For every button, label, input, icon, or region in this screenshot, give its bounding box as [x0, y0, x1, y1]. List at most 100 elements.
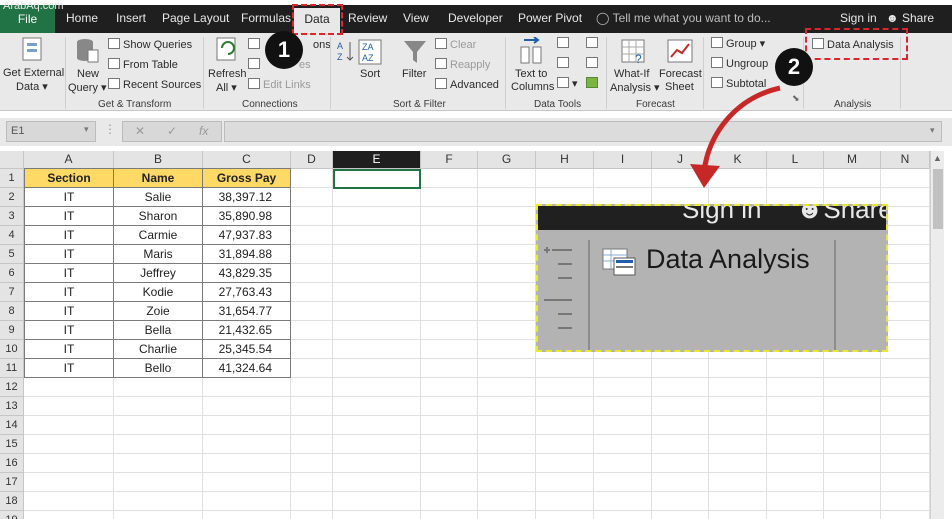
new-query-button[interactable]: New: [77, 68, 99, 80]
tab-view[interactable]: View: [403, 11, 429, 25]
flash-fill-button[interactable]: [557, 37, 572, 50]
chevron-down-icon[interactable]: ▾: [84, 124, 89, 135]
row-header-2[interactable]: 2: [0, 188, 24, 207]
table-cell[interactable]: Bella: [114, 321, 203, 340]
row-header-5[interactable]: 5: [0, 245, 24, 264]
row-header-1[interactable]: 1: [0, 169, 24, 188]
row-header-7[interactable]: 7: [0, 283, 24, 302]
row-header-4[interactable]: 4: [0, 226, 24, 245]
table-cell[interactable]: Sharon: [114, 207, 203, 226]
table-cell[interactable]: IT: [24, 321, 114, 340]
selected-cell-e1[interactable]: [333, 169, 421, 189]
row-header-3[interactable]: 3: [0, 207, 24, 226]
advanced-button[interactable]: Advanced: [435, 78, 499, 91]
scrollbar-thumb[interactable]: [933, 169, 943, 229]
share-button[interactable]: ☻ Share: [886, 11, 934, 25]
table-cell[interactable]: IT: [24, 226, 114, 245]
column-header-a[interactable]: A: [24, 151, 114, 169]
row-header-9[interactable]: 9: [0, 321, 24, 340]
table-cell[interactable]: Zoie: [114, 302, 203, 321]
row-header-8[interactable]: 8: [0, 302, 24, 321]
tab-insert[interactable]: Insert: [116, 11, 146, 25]
forecast-sheet-button[interactable]: Forecast: [659, 68, 702, 80]
text-to-columns-button[interactable]: Text to: [515, 68, 547, 80]
column-header-m[interactable]: M: [824, 151, 881, 169]
table-cell[interactable]: IT: [24, 302, 114, 321]
recent-sources-button[interactable]: Recent Sources: [108, 78, 201, 91]
row-header-10[interactable]: 10: [0, 340, 24, 359]
row-header-15[interactable]: 15: [0, 435, 24, 454]
table-cell[interactable]: IT: [24, 283, 114, 302]
expand-formula-bar-icon[interactable]: ▾: [930, 125, 935, 136]
tab-review[interactable]: Review: [348, 11, 387, 25]
row-header-16[interactable]: 16: [0, 454, 24, 473]
column-header-b[interactable]: B: [114, 151, 203, 169]
cancel-icon[interactable]: ✕: [135, 122, 145, 141]
tab-page-layout[interactable]: Page Layout: [162, 11, 229, 25]
table-cell[interactable]: 43,829.35: [203, 264, 291, 283]
table-cell[interactable]: 27,763.43: [203, 283, 291, 302]
table-cell[interactable]: 31,894.88: [203, 245, 291, 264]
table-cell[interactable]: 35,890.98: [203, 207, 291, 226]
column-header-h[interactable]: H: [536, 151, 594, 169]
group-button[interactable]: Group ▾: [711, 37, 765, 50]
data-validation-button[interactable]: ▾: [557, 77, 578, 90]
column-header-i[interactable]: I: [594, 151, 652, 169]
table-cell[interactable]: Carmie: [114, 226, 203, 245]
sort-button[interactable]: Sort: [360, 68, 380, 80]
ungroup-button[interactable]: Ungroup: [711, 57, 768, 70]
table-header-cell[interactable]: Name: [114, 168, 203, 188]
table-cell[interactable]: 41,324.64: [203, 359, 291, 378]
table-cell[interactable]: IT: [24, 264, 114, 283]
row-header-6[interactable]: 6: [0, 264, 24, 283]
table-cell[interactable]: Bello: [114, 359, 203, 378]
reapply-button[interactable]: Reapply: [435, 58, 490, 71]
what-if-analysis-button[interactable]: What-If: [614, 68, 649, 80]
table-header-cell[interactable]: Gross Pay: [203, 168, 291, 188]
tab-developer[interactable]: Developer: [448, 11, 503, 25]
table-cell[interactable]: 38,397.12: [203, 188, 291, 207]
table-cell[interactable]: 47,937.83: [203, 226, 291, 245]
edit-links-button[interactable]: Edit Links: [248, 78, 311, 91]
row-header-17[interactable]: 17: [0, 473, 24, 492]
scroll-up-icon[interactable]: ▲: [933, 153, 942, 163]
manage-data-model-button[interactable]: [586, 77, 601, 90]
sign-in-link[interactable]: Sign in: [840, 11, 877, 25]
column-header-n[interactable]: N: [881, 151, 930, 169]
row-header-18[interactable]: 18: [0, 492, 24, 511]
remove-duplicates-button[interactable]: [557, 57, 572, 70]
refresh-all-button[interactable]: Refresh: [208, 68, 247, 80]
tab-power-pivot[interactable]: Power Pivot: [518, 11, 582, 25]
what-if-analysis-dropdown[interactable]: Analysis ▾: [610, 81, 660, 94]
table-cell[interactable]: Jeffrey: [114, 264, 203, 283]
table-cell[interactable]: 31,654.77: [203, 302, 291, 321]
insert-function-icon[interactable]: fx: [199, 122, 208, 141]
column-header-g[interactable]: G: [478, 151, 536, 169]
relationships-button[interactable]: [586, 57, 601, 70]
row-header-19[interactable]: 19: [0, 511, 24, 519]
select-all-corner[interactable]: [0, 151, 24, 169]
table-cell[interactable]: Charlie: [114, 340, 203, 359]
name-box[interactable]: E1: [6, 121, 96, 142]
vertical-scrollbar[interactable]: ▲: [930, 151, 944, 519]
table-cell[interactable]: Kodie: [114, 283, 203, 302]
new-query-dropdown[interactable]: Query ▾: [68, 81, 107, 94]
dialog-launcher-icon[interactable]: ⬊: [792, 93, 800, 104]
table-cell[interactable]: IT: [24, 188, 114, 207]
row-header-12[interactable]: 12: [0, 378, 24, 397]
tell-me-search[interactable]: ◯ Tell me what you want to do...: [596, 11, 771, 25]
table-cell[interactable]: Salie: [114, 188, 203, 207]
table-cell[interactable]: IT: [24, 207, 114, 226]
tab-formulas[interactable]: Formulas: [241, 11, 291, 25]
refresh-all-dropdown[interactable]: All ▾: [216, 81, 237, 94]
row-header-13[interactable]: 13: [0, 397, 24, 416]
filter-button[interactable]: Filter: [402, 68, 426, 80]
formula-input[interactable]: [224, 121, 942, 142]
table-cell[interactable]: IT: [24, 359, 114, 378]
table-cell[interactable]: Maris: [114, 245, 203, 264]
table-cell[interactable]: 25,345.54: [203, 340, 291, 359]
table-cell[interactable]: 21,432.65: [203, 321, 291, 340]
from-table-button[interactable]: From Table: [108, 58, 178, 71]
row-header-11[interactable]: 11: [0, 359, 24, 378]
column-header-c[interactable]: C: [203, 151, 291, 169]
